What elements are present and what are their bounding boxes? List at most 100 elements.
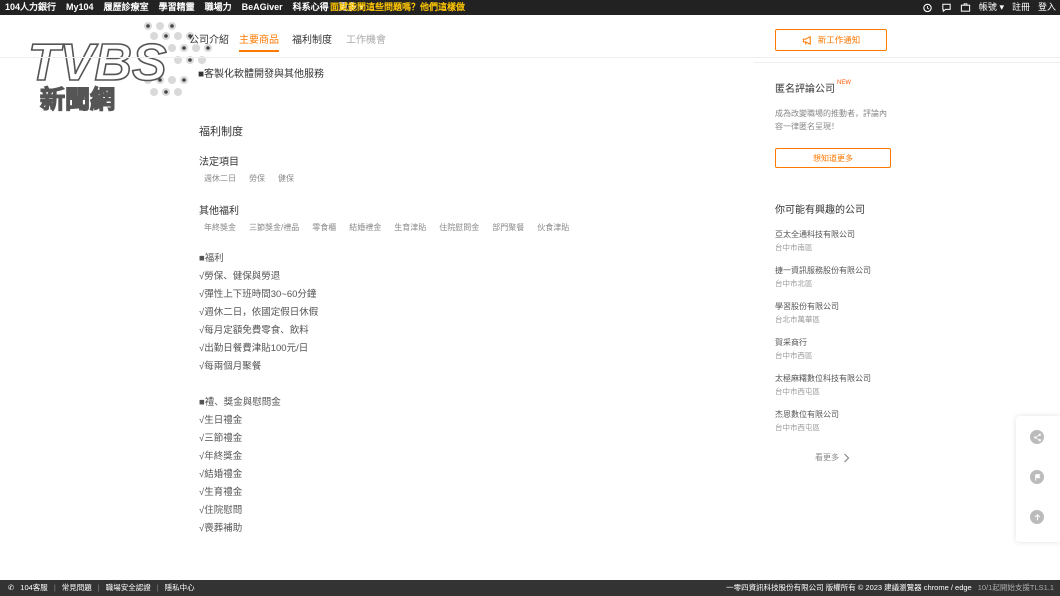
tab-company-intro[interactable]: 公司介紹 — [189, 31, 229, 46]
benefit-line: √每兩個月聚餐 — [199, 361, 262, 372]
company-tabs: 公司介紹 主要商品 福利制度 工作機會 — [189, 28, 429, 52]
benefit-line: √勞保、健保與勞退 — [199, 271, 281, 282]
see-more-label: 看更多 — [815, 453, 839, 462]
benefit-line: ■福利 — [199, 253, 224, 264]
benefit-line: √結婚禮金 — [199, 469, 243, 480]
footer-links: ✆ 104客服 | 常見問題 | 職場安全認證 | 隱私中心 — [8, 580, 195, 596]
footer-faq[interactable]: 常見問題 — [62, 580, 92, 596]
company-location: 台中市西屯區 — [775, 423, 820, 432]
benefit-line: √出勤日餐費津貼100元/日 — [199, 343, 309, 354]
register-link[interactable]: 註冊 — [1012, 0, 1030, 15]
account-label: 帳號 — [978, 2, 997, 12]
report-button[interactable] — [1030, 470, 1044, 484]
anonymous-review-title: 匿名評論公司 — [775, 84, 835, 95]
chat-bubble-icon[interactable] — [941, 2, 952, 13]
benefit-line: √週休二日，依國定假日休假 — [199, 307, 319, 318]
account-menu[interactable]: 帳號 ▾ — [979, 0, 1004, 15]
benefit-tag: 住院慰問金 — [439, 223, 480, 232]
benefit-tag: 健保 — [278, 174, 294, 183]
nav-104-job-bank[interactable]: 104人力銀行 — [5, 0, 56, 15]
interested-companies-heading: 你可能有興趣的公司 — [775, 205, 865, 216]
nav-resume-clinic[interactable]: 履歷診療室 — [104, 0, 149, 15]
footer-separator: | — [53, 583, 56, 592]
benefit-tag: 部門聚餐 — [492, 223, 525, 232]
legal-tags: 週休二日 勞保 健保 — [204, 173, 294, 184]
logo-wordmark: TVBS — [28, 34, 167, 92]
footer-privacy[interactable]: 隱私中心 — [165, 580, 195, 596]
tab-job-openings[interactable]: 工作機會 — [346, 31, 386, 46]
top-right-tools: 帳號 ▾ 註冊 登入 — [922, 0, 1056, 15]
tab-main-products[interactable]: 主要商品 — [239, 31, 279, 52]
footer-safety-cert[interactable]: 職場安全認證 — [106, 580, 151, 596]
learn-more-button[interactable]: 想知道更多 — [775, 148, 891, 168]
new-badge: NEW — [837, 80, 851, 86]
other-benefits-heading: 其他福利 — [199, 206, 239, 217]
tab-divider — [0, 57, 1060, 58]
floating-action-bar — [1016, 416, 1060, 542]
benefit-tag: 生育津貼 — [394, 223, 427, 232]
company-item[interactable]: 學習股份有限公司 台北市萬華區 — [775, 301, 839, 325]
company-location: 台北市萬華區 — [775, 315, 820, 324]
company-name[interactable]: 捷一資訊服務股份有限公司 — [775, 265, 871, 276]
company-name[interactable]: 亞太全通科技有限公司 — [775, 229, 855, 240]
benefit-line: √喪葬補助 — [199, 523, 243, 534]
legal-items-heading: 法定項目 — [199, 157, 239, 168]
new-job-notification-label: 新工作通知 — [817, 35, 861, 45]
tab-benefits[interactable]: 福利制度 — [292, 31, 332, 46]
company-name[interactable]: 杰恩數位有限公司 — [775, 409, 839, 420]
benefit-tag: 年終獎金 — [204, 223, 236, 232]
anonymous-review-heading: 匿名評論公司NEW — [775, 80, 851, 95]
see-more-link[interactable]: 看更多 — [815, 452, 850, 463]
benefit-tag: 結婚禮金 — [349, 223, 382, 232]
flag-icon — [1034, 473, 1041, 481]
company-item[interactable]: 太極麻糬數位科技有限公司 台中市西屯區 — [775, 373, 871, 397]
company-location: 台中市西屯區 — [775, 387, 820, 396]
benefit-line: √彈性上下班時間30~60分鐘 — [199, 289, 317, 300]
benefit-line: √年終獎金 — [199, 451, 243, 462]
nav-my104[interactable]: My104 — [66, 0, 94, 15]
chevron-right-icon — [844, 453, 850, 462]
company-location: 台中市西區 — [775, 351, 813, 360]
top-navigation-bar: 104人力銀行 My104 履歷診療室 學習精靈 職場力 BeAGiver 科系… — [0, 0, 1060, 15]
new-job-notification-button[interactable]: 新工作通知 — [775, 29, 887, 51]
share-icon — [1033, 433, 1041, 441]
promo-link[interactable]: 面試能問這些問題嗎？他們這樣做 — [330, 0, 465, 15]
footer: ✆ 104客服 | 常見問題 | 職場安全認證 | 隱私中心 一零四資訊科技股份… — [0, 580, 1060, 596]
tvbs-news-logo: TVBS 新聞網 — [28, 22, 212, 113]
company-item[interactable]: 捷一資訊服務股份有限公司 台中市北區 — [775, 265, 871, 289]
benefit-tag: 零食櫃 — [312, 223, 337, 232]
briefcase-icon[interactable] — [960, 2, 971, 13]
benefits-heading: 福利制度 — [199, 126, 243, 138]
company-item[interactable]: 賀采商行 台中市西區 — [775, 337, 813, 361]
footer-separator: | — [156, 583, 159, 592]
benefit-tag: 伙食津貼 — [537, 223, 570, 232]
company-item[interactable]: 杰恩數位有限公司 台中市西屯區 — [775, 409, 839, 433]
sidebar-divider — [754, 62, 1060, 63]
company-location: 台中市北區 — [775, 279, 813, 288]
arrow-up-icon — [1034, 513, 1040, 520]
nav-beagiver[interactable]: BeAGiver — [242, 0, 283, 15]
company-item[interactable]: 亞太全通科技有限公司 台中市南區 — [775, 229, 855, 253]
footer-customer-service[interactable]: 104客服 — [20, 580, 48, 596]
footer-right: 一零四資訊科技股份有限公司 版權所有 © 2023 建議瀏覽器 chrome /… — [726, 580, 1054, 596]
nav-career-power[interactable]: 職場力 — [205, 0, 232, 15]
back-to-top-button[interactable] — [1030, 510, 1044, 524]
company-name[interactable]: 學習股份有限公司 — [775, 301, 839, 312]
footer-separator: | — [97, 583, 100, 592]
login-link[interactable]: 登入 — [1038, 0, 1056, 15]
benefit-line: √三節禮金 — [199, 433, 243, 444]
benefit-line: ■禮、獎金與慰問金 — [199, 397, 281, 408]
other-tags: 年終獎金 三節獎金/禮品 零食櫃 結婚禮金 生育津貼 住院慰問金 部門聚餐 伙食… — [204, 222, 569, 233]
alarm-clock-icon[interactable] — [922, 2, 933, 13]
footer-version-note: 10/1起開始支援TLS1.1 — [977, 583, 1054, 592]
share-button[interactable] — [1030, 430, 1044, 444]
nav-department-reviews[interactable]: 科系心得 — [293, 0, 329, 15]
product-line: ■客製化軟體開發與其他服務 — [198, 69, 325, 80]
company-name[interactable]: 太極麻糬數位科技有限公司 — [775, 373, 871, 384]
company-name[interactable]: 賀采商行 — [775, 337, 813, 348]
benefit-line: √住院慰問 — [199, 505, 243, 516]
benefit-tag: 三節獎金/禮品 — [249, 223, 300, 232]
benefit-line: √生日禮金 — [199, 415, 243, 426]
phone-icon: ✆ — [8, 583, 15, 592]
nav-learning[interactable]: 學習精靈 — [159, 0, 195, 15]
